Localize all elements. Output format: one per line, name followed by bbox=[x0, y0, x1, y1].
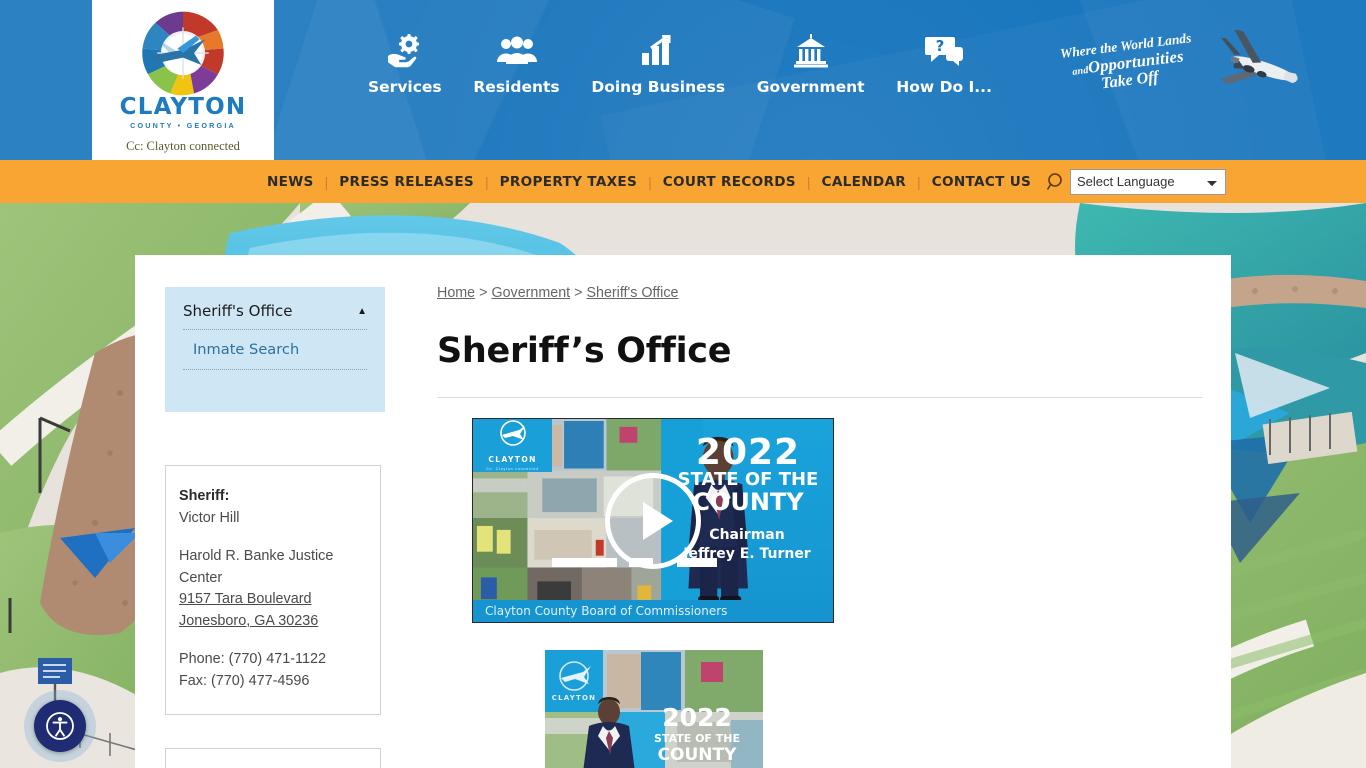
sidebar-nav-header[interactable]: Sheriff's Office ▲ bbox=[165, 287, 385, 329]
play-icon[interactable] bbox=[605, 472, 701, 569]
sublink-court-records[interactable]: COURT RECORDS bbox=[663, 174, 796, 190]
video2-subtitle-1: STATE OF THE bbox=[654, 732, 740, 745]
nav-label-how-do-i: How Do I... bbox=[896, 78, 992, 96]
svg-text:?: ? bbox=[936, 37, 945, 55]
sidebar-divider-bottom bbox=[183, 369, 367, 370]
sublink-separator: | bbox=[806, 173, 811, 190]
sidebar-item-inmate-search[interactable]: Inmate Search bbox=[165, 330, 385, 369]
question-chat-icon: ? bbox=[925, 28, 964, 74]
breadcrumb: Home > Government > Sheriff's Office bbox=[437, 285, 1203, 301]
video2-year: 2022 bbox=[662, 703, 732, 732]
page-root: CLAYTON COUNTY • GEORGIA Cc: Clayton con… bbox=[0, 0, 1366, 768]
breadcrumb-government[interactable]: Government bbox=[491, 285, 570, 301]
sublink-separator: | bbox=[485, 173, 489, 190]
accessibility-person-icon bbox=[46, 712, 74, 740]
facility-line-1: Harold R. Banke Justice bbox=[179, 548, 334, 564]
nav-item-how-do-i[interactable]: ? How Do I... bbox=[888, 28, 1000, 96]
title-divider bbox=[437, 397, 1203, 398]
sublink-calendar[interactable]: CALENDAR bbox=[822, 174, 907, 190]
sublink-separator: | bbox=[917, 173, 921, 190]
sidebar-empty-box bbox=[165, 748, 381, 768]
breadcrumb-separator: > bbox=[479, 285, 488, 301]
site-logo[interactable]: CLAYTON COUNTY • GEORGIA Cc: Clayton con… bbox=[92, 0, 274, 160]
facility-line-2: Center bbox=[179, 569, 223, 586]
sublink-property-taxes[interactable]: PROPERTY TAXES bbox=[500, 174, 637, 190]
primary-navigation: Services Residents Doing Business Govern… bbox=[360, 28, 1000, 128]
play-triangle bbox=[642, 501, 673, 540]
nav-label-residents: Residents bbox=[473, 78, 560, 96]
video-year: 2022 bbox=[695, 432, 801, 473]
airplane-icon bbox=[1208, 29, 1304, 107]
video-footer-caption: Clayton County Board of Commissioners bbox=[473, 600, 833, 622]
language-selector[interactable]: Select Language bbox=[1070, 168, 1226, 195]
header-tagline: Where the World Lands andOpportunities T… bbox=[1045, 28, 1210, 100]
nav-item-residents[interactable]: Residents bbox=[465, 28, 567, 96]
video-clayton-logo: CLAYTON Cc: Clayton connected bbox=[473, 419, 553, 472]
video-logo-wordmark: CLAYTON bbox=[488, 455, 537, 465]
sheriff-role-label: Sheriff: bbox=[179, 488, 230, 504]
nav-label-doing-business: Doing Business bbox=[591, 78, 726, 96]
hand-gear-icon bbox=[387, 28, 423, 74]
video-secondary-thumbnail: CLAYTON 2022 STATE OF THE COUNTY bbox=[545, 650, 763, 768]
sublink-contact-us[interactable]: CONTACT US bbox=[932, 174, 1031, 190]
chevron-up-icon: ▲ bbox=[357, 305, 367, 317]
nav-label-services: Services bbox=[368, 78, 442, 96]
secondary-links: NEWS | PRESS RELEASES | PROPERTY TAXES |… bbox=[267, 172, 1066, 192]
video-secondary[interactable]: CLAYTON 2022 STATE OF THE COUNTY bbox=[545, 650, 763, 768]
breadcrumb-home[interactable]: Home bbox=[437, 285, 475, 301]
breadcrumb-sheriffs-office[interactable]: Sheriff's Office bbox=[586, 285, 678, 301]
sheriff-name: Victor Hill bbox=[179, 509, 240, 526]
breadcrumb-separator: > bbox=[574, 285, 583, 301]
tagline-and: and bbox=[1071, 64, 1090, 78]
nav-item-services[interactable]: Services bbox=[360, 28, 450, 96]
video-primary-wrapper: CLAYTON Cc: Clayton connected 2022 STATE… bbox=[472, 418, 834, 623]
sidebar-section-nav: Sheriff's Office ▲ Inmate Search bbox=[165, 287, 385, 412]
sublink-separator: | bbox=[324, 173, 329, 190]
page-content-card: Sheriff's Office ▲ Inmate Search Sheriff… bbox=[135, 255, 1231, 768]
search-icon[interactable] bbox=[1046, 172, 1066, 192]
page-title: Sheriff’s Office bbox=[437, 331, 732, 371]
site-header: CLAYTON COUNTY • GEORGIA Cc: Clayton con… bbox=[0, 0, 1366, 160]
address-line-1[interactable]: 9157 Tara Boulevard bbox=[179, 591, 312, 607]
sublink-press-releases[interactable]: PRESS RELEASES bbox=[339, 174, 474, 190]
people-group-icon bbox=[496, 28, 537, 74]
svg-text:CLAYTON: CLAYTON bbox=[552, 694, 596, 702]
logo-subtitle: COUNTY • GEORGIA bbox=[130, 121, 236, 130]
video-progress-segment bbox=[677, 558, 718, 567]
nav-label-government: Government bbox=[756, 78, 865, 96]
video-logo-sub: Cc: Clayton connected bbox=[486, 467, 540, 472]
header-tagline-block: Where the World Lands andOpportunities T… bbox=[1048, 26, 1298, 126]
sheriff-fax: Fax: (770) 477-4596 bbox=[179, 672, 310, 689]
main-column: Home > Government > Sheriff's Office She… bbox=[437, 285, 1203, 398]
bar-chart-arrow-icon bbox=[641, 28, 675, 74]
sheriff-info-box: Sheriff: Victor Hill Harold R. Banke Jus… bbox=[165, 465, 381, 715]
video-progress-segment bbox=[552, 558, 617, 567]
logo-tagline: Cc: Clayton connected bbox=[126, 139, 240, 153]
nav-item-government[interactable]: Government bbox=[749, 28, 873, 96]
clayton-globe-icon bbox=[137, 8, 229, 100]
accessibility-button[interactable] bbox=[34, 700, 86, 752]
video-primary[interactable]: CLAYTON Cc: Clayton connected 2022 STATE… bbox=[472, 418, 834, 623]
nav-item-doing-business[interactable]: Doing Business bbox=[583, 28, 733, 96]
video2-subtitle-2: COUNTY bbox=[658, 745, 738, 765]
sublink-news[interactable]: NEWS bbox=[267, 174, 314, 190]
sublink-separator: | bbox=[648, 173, 652, 190]
bank-building-icon bbox=[793, 28, 828, 74]
address-line-2[interactable]: Jonesboro, GA 30236 bbox=[179, 613, 318, 629]
sheriff-phone: Phone: (770) 471-1122 bbox=[179, 651, 326, 667]
sidebar-nav-title: Sheriff's Office bbox=[183, 302, 293, 320]
secondary-navigation-bar: NEWS | PRESS RELEASES | PROPERTY TAXES |… bbox=[0, 160, 1366, 203]
